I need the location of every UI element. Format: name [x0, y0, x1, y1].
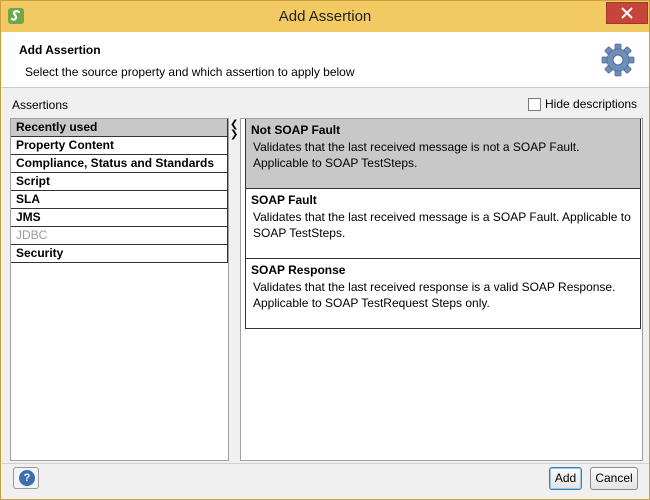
assertion-item[interactable]: Not SOAP Fault Validates that the last r…	[245, 119, 641, 189]
assertion-name: Not SOAP Fault	[251, 123, 341, 137]
category-item[interactable]: Compliance, Status and Standards	[11, 155, 228, 173]
assertions-label: Assertions	[12, 98, 69, 112]
add-assertion-dialog: Add Assertion Add Assertion Select the s…	[0, 0, 650, 500]
category-item[interactable]: Security	[11, 245, 228, 263]
hide-descriptions-checkbox[interactable]	[528, 97, 541, 111]
header-description: Select the source property and which ass…	[25, 65, 355, 79]
category-list: Recently used Property Content Complianc…	[10, 118, 229, 461]
category-item[interactable]: Property Content	[11, 137, 228, 155]
category-item[interactable]: JMS	[11, 209, 228, 227]
expand-right-icon[interactable]: ❯	[230, 130, 238, 140]
help-button[interactable]: ?	[13, 467, 39, 489]
dialog-header: Add Assertion Select the source property…	[2, 32, 649, 88]
cancel-button[interactable]: Cancel	[590, 467, 638, 490]
window-title: Add Assertion	[278, 8, 372, 25]
help-icon: ?	[19, 470, 35, 486]
hide-descriptions-toggle[interactable]: Hide descriptions	[528, 97, 637, 111]
assertion-name: SOAP Fault	[251, 193, 317, 207]
close-button[interactable]	[606, 2, 648, 24]
gear-icon	[601, 43, 635, 77]
hide-descriptions-label[interactable]: Hide descriptions	[545, 97, 637, 111]
assertion-description: Validates that the last received respons…	[253, 280, 616, 310]
category-item[interactable]: SLA	[11, 191, 228, 209]
panel-splitter[interactable]: ❮ ❯	[229, 118, 240, 461]
assertion-item[interactable]: SOAP Response Validates that the last re…	[245, 259, 641, 329]
assertion-description: Validates that the last received message…	[253, 210, 631, 240]
assertion-description: Validates that the last received message…	[253, 140, 580, 170]
assertion-name: SOAP Response	[251, 263, 346, 277]
footer-divider	[2, 463, 649, 464]
add-button[interactable]: Add	[549, 467, 582, 490]
assertion-item[interactable]: SOAP Fault Validates that the last recei…	[245, 189, 641, 259]
category-item[interactable]: Recently used	[11, 119, 228, 137]
category-item: JDBC	[11, 227, 228, 245]
title-bar[interactable]: Add Assertion	[1, 1, 649, 32]
close-icon	[621, 7, 633, 19]
category-item[interactable]: Script	[11, 173, 228, 191]
header-title: Add Assertion	[19, 43, 101, 57]
assertion-list: Not SOAP Fault Validates that the last r…	[240, 118, 643, 461]
